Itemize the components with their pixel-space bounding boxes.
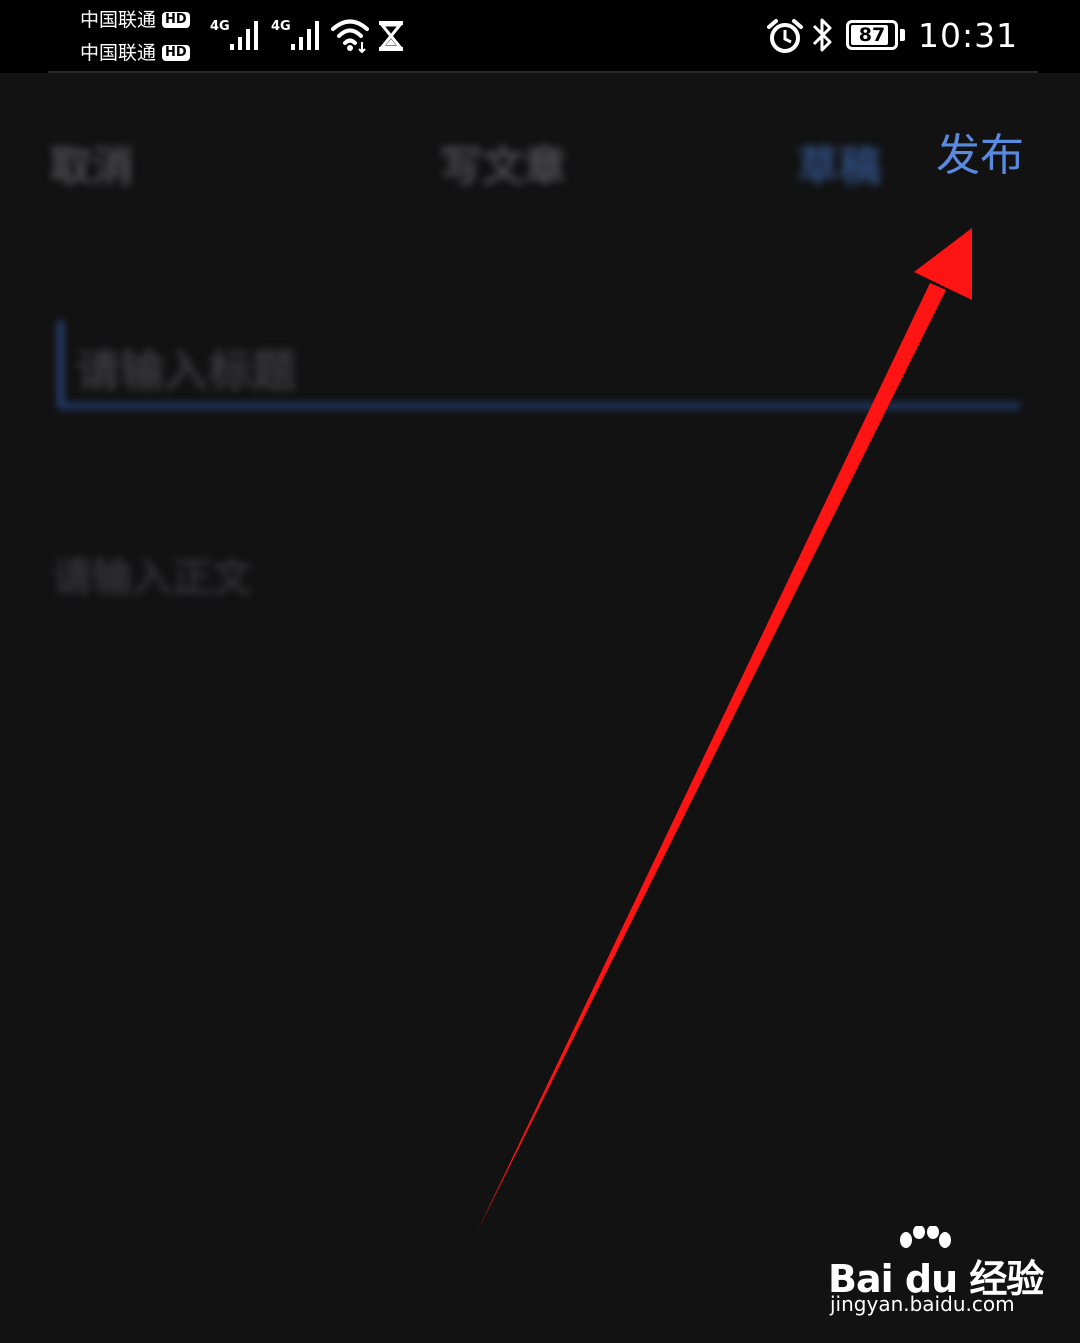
cancel-button[interactable]: 取消 [50, 133, 134, 194]
page-title: 写文章 [440, 142, 567, 191]
body-input[interactable]: 请输入正文 [52, 545, 252, 603]
draft-button[interactable]: 草稿 [797, 133, 881, 194]
network-type-1: 4G [210, 19, 230, 34]
hourglass-icon [378, 21, 404, 51]
hd-badge-1: HD [162, 12, 190, 28]
carrier-1-name: 中国联通 [80, 9, 157, 31]
watermark-url: jingyan.baidu.com [830, 1292, 1015, 1316]
bluetooth-icon [812, 18, 832, 52]
status-bar: 中国联通 HD 中国联通 HD 4G 4G 87 10:31 [0, 0, 1080, 73]
battery-tip [900, 29, 905, 41]
carrier-2-name: 中国联通 [80, 42, 157, 64]
write-article-screen: 取消 写文章 草稿 发布 请输入标题 请输入正文 [0, 73, 1080, 1343]
watermark: Bai du 经验 jingyan.baidu.com [828, 1226, 1044, 1323]
signal-icon [230, 21, 258, 50]
carrier-1: 中国联通 HD [80, 9, 190, 31]
text-caret [58, 321, 63, 409]
battery-icon: 87 [846, 20, 898, 50]
battery-level: 87 [858, 24, 886, 46]
title-underline [58, 403, 1020, 409]
title-placeholder: 请输入标题 [76, 346, 296, 397]
clock: 10:31 [918, 16, 1019, 55]
publish-button[interactable]: 发布 [936, 128, 1024, 184]
hd-badge-2: HD [162, 45, 190, 61]
alarm-icon [767, 19, 803, 53]
title-input[interactable]: 请输入标题 [58, 321, 1020, 409]
wifi-icon [331, 19, 369, 54]
network-type-2: 4G [271, 19, 291, 34]
signal-icon-2 [291, 21, 319, 50]
carrier-2: 中国联通 HD [80, 42, 190, 64]
